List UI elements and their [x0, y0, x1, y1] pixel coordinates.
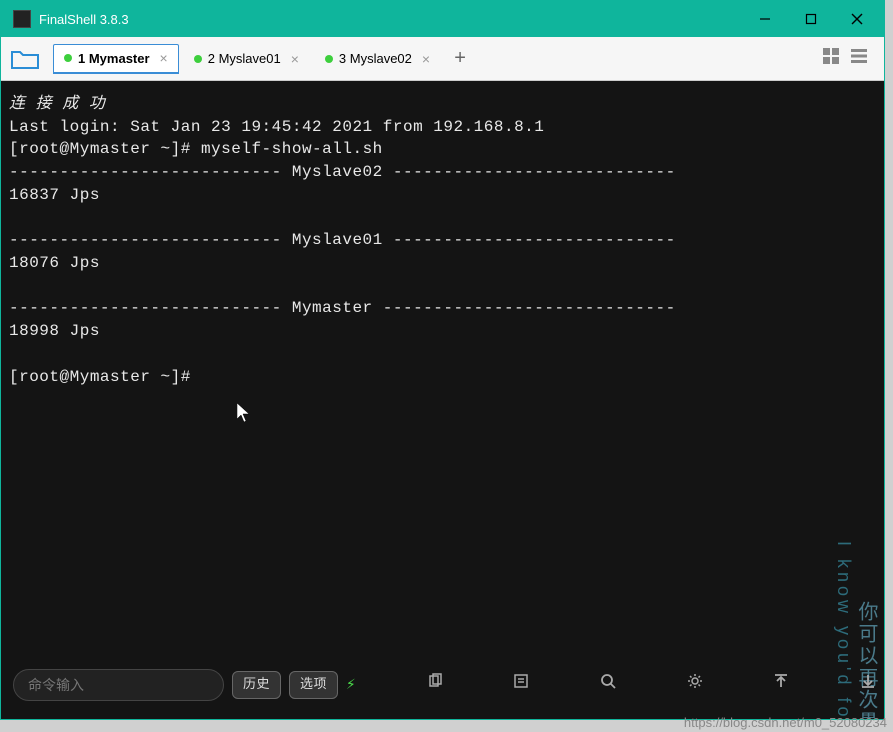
folder-icon[interactable]: [7, 44, 43, 74]
options-button[interactable]: 选项: [289, 671, 338, 699]
grid-view-icon[interactable]: [822, 47, 840, 70]
bottom-bar: 历史 选项 ⚡: [13, 667, 872, 703]
clipboard-icon[interactable]: [366, 650, 443, 719]
jps-myslave01: 18076 Jps: [9, 254, 100, 272]
command-input[interactable]: [13, 669, 224, 701]
titlebar: FinalShell 3.8.3: [1, 1, 884, 37]
tab-label: 3 Myslave02: [339, 51, 412, 66]
tab-close-icon[interactable]: ×: [160, 50, 168, 66]
download-icon[interactable]: [799, 650, 876, 719]
list-view-icon[interactable]: [850, 47, 868, 70]
mouse-cursor-icon: [237, 403, 251, 433]
minimize-button[interactable]: [742, 1, 788, 37]
jps-myslave02: 16837 Jps: [9, 186, 100, 204]
upload-icon[interactable]: [713, 650, 790, 719]
prompt: [root@Mymaster ~]#: [9, 140, 201, 158]
gear-icon[interactable]: [626, 650, 703, 719]
tab-label: 2 Myslave01: [208, 51, 281, 66]
add-tab-button[interactable]: +: [445, 44, 475, 74]
note-icon[interactable]: [453, 650, 530, 719]
jps-mymaster: 18998 Jps: [9, 322, 100, 340]
maximize-button[interactable]: [788, 1, 834, 37]
bolt-icon[interactable]: ⚡: [346, 674, 356, 697]
status-dot-icon: [325, 55, 333, 63]
search-icon[interactable]: [539, 650, 616, 719]
connect-message: 连 接 成 功: [9, 95, 105, 113]
tab-myslave02[interactable]: 3 Myslave02 ×: [314, 44, 441, 74]
last-login-line: Last login: Sat Jan 23 19:45:42 2021 fro…: [9, 118, 544, 136]
tab-close-icon[interactable]: ×: [422, 51, 430, 67]
separator-myslave01: --------------------------- Myslave01 --…: [9, 231, 676, 249]
tab-close-icon[interactable]: ×: [291, 51, 299, 67]
tab-label: 1 Mymaster: [78, 51, 150, 66]
close-button[interactable]: [834, 1, 880, 37]
tab-myslave01[interactable]: 2 Myslave01 ×: [183, 44, 310, 74]
separator-mymaster: --------------------------- Mymaster ---…: [9, 299, 676, 317]
history-button[interactable]: 历史: [232, 671, 281, 699]
tab-mymaster[interactable]: 1 Mymaster ×: [53, 44, 179, 74]
terminal[interactable]: 连 接 成 功 Last login: Sat Jan 23 19:45:42 …: [1, 81, 884, 719]
command: myself-show-all.sh: [201, 140, 383, 158]
separator-myslave02: --------------------------- Myslave02 --…: [9, 163, 676, 181]
status-icons: ⚡: [346, 650, 876, 719]
tab-bar: 1 Mymaster × 2 Myslave01 × 3 Myslave02 ×…: [1, 37, 884, 81]
status-dot-icon: [194, 55, 202, 63]
watermark-url: https://blog.csdn.net/m0_52080234: [684, 715, 887, 730]
tabbar-view-controls: [822, 47, 878, 70]
prompt: [root@Mymaster ~]#: [9, 368, 191, 386]
window-title: FinalShell 3.8.3: [39, 12, 742, 27]
app-icon: [13, 10, 31, 28]
status-dot-icon: [64, 54, 72, 62]
app-window: FinalShell 3.8.3 1 Mymaster × 2 Myslave0…: [0, 0, 885, 720]
